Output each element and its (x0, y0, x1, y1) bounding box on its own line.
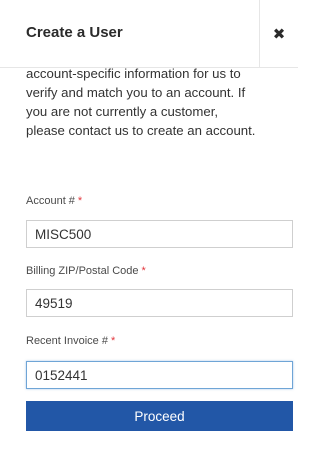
account-number-input[interactable] (26, 220, 293, 248)
intro-line: account-specific information for us to (26, 66, 241, 81)
close-icon[interactable]: ✖ (273, 27, 286, 42)
dialog-header: Create a User ✖ (0, 0, 298, 68)
account-label-text: Account # (26, 195, 75, 207)
zip-label: Billing ZIP/Postal Code * (26, 265, 146, 277)
invoice-label: Recent Invoice # * (26, 335, 115, 347)
intro-line: you are not currently a customer, (26, 104, 219, 119)
billing-zip-input[interactable] (26, 289, 293, 317)
intro-text: account-specific information for us to v… (26, 64, 291, 140)
required-marker: * (141, 265, 146, 277)
account-label: Account # * (26, 195, 82, 207)
proceed-button[interactable]: Proceed (26, 401, 293, 431)
required-marker: * (110, 335, 116, 347)
recent-invoice-input[interactable] (26, 361, 293, 389)
intro-line: verify and match you to an account. If (26, 85, 246, 100)
close-button[interactable]: ✖ (259, 0, 298, 68)
intro-line: please contact us to create an account. (26, 123, 256, 138)
required-marker: * (77, 195, 83, 207)
dialog-title: Create a User (26, 24, 123, 41)
zip-label-text: Billing ZIP/Postal Code (26, 265, 139, 277)
create-user-dialog: Create a User ✖ account-specific informa… (0, 0, 298, 470)
invoice-label-text: Recent Invoice # (26, 335, 108, 347)
